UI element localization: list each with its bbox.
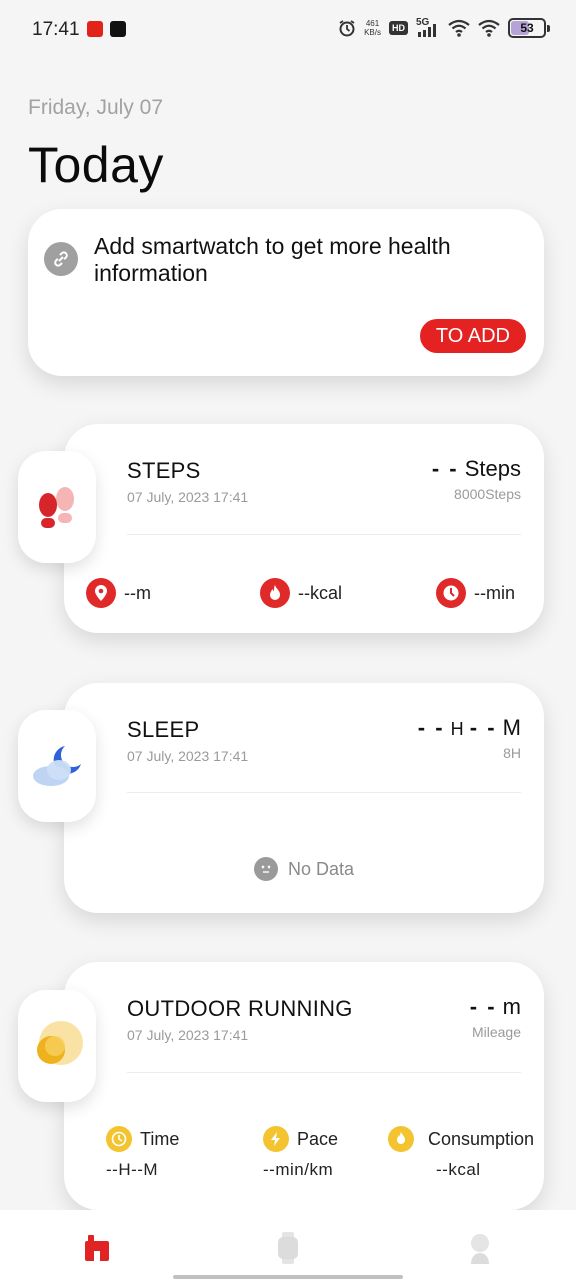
link-icon xyxy=(44,242,78,276)
sleep-card[interactable]: SLEEP 07 July, 2023 17:41 - - H - - M 8H… xyxy=(64,683,544,913)
sleep-title: SLEEP xyxy=(127,717,200,742)
flame-icon xyxy=(260,578,290,608)
alarm-icon xyxy=(339,20,355,37)
running-summary: - - m Mileage xyxy=(470,994,521,1040)
running-timestamp: 07 July, 2023 17:41 xyxy=(127,1027,249,1043)
watch-icon xyxy=(278,1232,298,1264)
steps-title: STEPS xyxy=(127,458,201,483)
steps-card[interactable]: STEPS 07 July, 2023 17:41 - - Steps 8000… xyxy=(64,424,544,633)
status-bar: 17:41 461 KB/s HD 5G 53 xyxy=(0,0,576,60)
wifi-icon-2 xyxy=(478,19,500,37)
page-title: Today xyxy=(28,137,164,193)
flame-icon xyxy=(388,1126,414,1152)
steps-unit: Steps xyxy=(464,456,521,481)
status-time: 17:41 xyxy=(32,19,80,40)
steps-calories: --kcal xyxy=(260,578,342,608)
steps-summary: - - Steps 8000Steps xyxy=(432,456,521,502)
add-smartwatch-card[interactable]: Add smartwatch to get more health inform… xyxy=(28,209,544,376)
sleep-summary: - - H - - M 8H xyxy=(418,715,521,761)
cell-signal-icon: 5G xyxy=(416,17,440,37)
running-pace-stat: Pace --min/km xyxy=(263,1126,338,1180)
clock-icon xyxy=(106,1126,132,1152)
sleep-no-data: No Data xyxy=(254,857,354,881)
steps-distance: --m xyxy=(86,578,151,608)
home-icon xyxy=(85,1235,109,1261)
running-consumption-stat: Consumption --kcal xyxy=(388,1126,534,1180)
sleep-hours: - - xyxy=(417,715,445,740)
divider xyxy=(127,792,521,793)
wifi-icon xyxy=(448,19,470,37)
sleep-minutes-unit: M xyxy=(502,715,521,740)
steps-value: - - xyxy=(431,456,459,481)
running-title: OUTDOOR RUNNING xyxy=(127,996,353,1021)
nav-profile-button[interactable] xyxy=(460,1228,500,1268)
divider xyxy=(127,1072,521,1073)
lightning-icon xyxy=(263,1126,289,1152)
running-unit: m xyxy=(502,994,521,1019)
current-date: Friday, July 07 xyxy=(28,96,163,119)
sleep-minutes: - - xyxy=(469,715,497,740)
steps-timestamp: 07 July, 2023 17:41 xyxy=(127,489,249,505)
nav-home-button[interactable] xyxy=(76,1228,116,1268)
steps-goal: 8000Steps xyxy=(454,486,521,502)
running-sub-label: Mileage xyxy=(471,1024,521,1040)
footprints-icon xyxy=(18,451,96,563)
tiktok-notification-icon xyxy=(110,21,126,37)
outdoor-running-card[interactable]: OUTDOOR RUNNING 07 July, 2023 17:41 - - … xyxy=(64,962,544,1210)
home-indicator xyxy=(173,1275,403,1279)
hd-badge: HD xyxy=(389,21,408,35)
network-speed: 461 KB/s xyxy=(364,19,381,37)
add-smartwatch-text: Add smartwatch to get more health inform… xyxy=(94,233,451,286)
sleep-timestamp: 07 July, 2023 17:41 xyxy=(127,748,249,764)
running-time-stat: Time --H--M xyxy=(106,1126,179,1180)
battery-icon: 53 xyxy=(508,18,550,38)
divider xyxy=(127,534,521,535)
profile-icon xyxy=(471,1234,489,1264)
nav-device-button[interactable] xyxy=(268,1228,308,1268)
no-data-face-icon xyxy=(254,857,278,881)
clock-icon xyxy=(436,578,466,608)
moon-cloud-icon xyxy=(18,710,96,822)
running-value: - - xyxy=(469,994,497,1019)
sleep-goal: 8H xyxy=(503,745,521,761)
bottom-navigation xyxy=(0,1210,576,1280)
location-pin-icon xyxy=(86,578,116,608)
to-add-button[interactable]: TO ADD xyxy=(419,319,526,353)
sleep-hours-unit: H xyxy=(450,719,464,739)
running-sun-icon xyxy=(18,990,96,1102)
steps-duration: --min xyxy=(436,578,515,608)
app-notification-icon xyxy=(87,21,103,37)
